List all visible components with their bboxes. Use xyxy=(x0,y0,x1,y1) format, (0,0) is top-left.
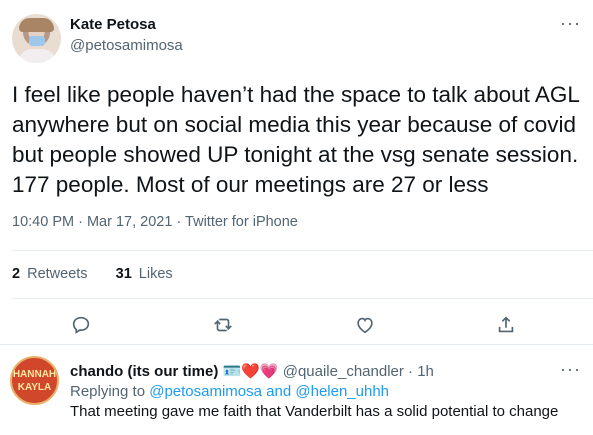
comment-icon xyxy=(72,316,90,334)
avatar-mask xyxy=(29,36,45,46)
retweet-icon xyxy=(214,318,232,332)
mention-and[interactable]: and xyxy=(266,383,291,400)
meta-separator: · xyxy=(74,214,87,230)
tweet-time[interactable]: 10:40 PM xyxy=(12,214,74,230)
meta-separator: · xyxy=(172,214,186,230)
author-handle[interactable]: @petosamimosa xyxy=(70,37,183,54)
action-bar xyxy=(0,306,593,340)
tweet-metadata: 10:40 PM · Mar 17, 2021 · Twitter for iP… xyxy=(12,214,298,230)
mention-link[interactable]: @helen_uhhh xyxy=(295,383,389,400)
main-tweet: Kate Petosa @petosamimosa ··· I feel lik… xyxy=(0,0,593,345)
divider xyxy=(0,344,593,345)
retweets-stat[interactable]: 2 Retweets xyxy=(12,266,88,282)
retweet-button[interactable] xyxy=(210,312,236,338)
meta-separator: · xyxy=(403,363,418,380)
tweet-source[interactable]: Twitter for iPhone xyxy=(185,214,298,230)
divider xyxy=(12,298,593,299)
reply-author-name[interactable]: chando (its our time) xyxy=(70,363,218,380)
avatar-shirt xyxy=(18,49,56,63)
replying-to: Replying to @petosamimosa and @helen_uhh… xyxy=(70,383,389,400)
retweets-count: 2 xyxy=(12,266,21,282)
reply-button[interactable] xyxy=(68,312,94,338)
mention-link[interactable]: @petosamimosa xyxy=(149,383,262,400)
avatar-hat xyxy=(19,18,54,32)
reply-more-options-icon[interactable]: ··· xyxy=(560,359,581,380)
tweet-text: I feel like people haven’t had the space… xyxy=(12,82,580,197)
replying-prefix: Replying to xyxy=(70,383,146,400)
retweets-label: Retweets xyxy=(27,266,88,282)
divider xyxy=(12,250,593,251)
author-name[interactable]: Kate Petosa xyxy=(70,16,156,33)
like-button[interactable] xyxy=(352,312,378,338)
reply-author-emoji: 🪪❤️💗 xyxy=(222,363,279,380)
reply-text: That meeting gave me faith that Vanderbi… xyxy=(70,403,559,420)
like-icon xyxy=(357,317,373,334)
reply-age[interactable]: 1h xyxy=(417,363,434,380)
reply-author-avatar[interactable]: HANNAH KAYLA xyxy=(10,356,59,405)
reply-author-handle[interactable]: @quaile_chandler xyxy=(283,363,404,380)
reply-author-line: chando (its our time) 🪪❤️💗 @quaile_chand… xyxy=(70,362,434,380)
engagement-stats: 2 Retweets 31 Likes xyxy=(12,266,173,282)
likes-count: 31 xyxy=(115,266,132,282)
reply-tweet[interactable]: HANNAH KAYLA chando (its our time) 🪪❤️💗 … xyxy=(0,348,593,435)
likes-label: Likes xyxy=(138,266,173,282)
tweet-date[interactable]: Mar 17, 2021 xyxy=(87,214,172,230)
likes-stat[interactable]: 31 Likes xyxy=(116,266,173,282)
more-options-icon[interactable]: ··· xyxy=(560,13,581,34)
author-avatar[interactable] xyxy=(12,14,61,63)
share-icon xyxy=(498,316,514,333)
share-button[interactable] xyxy=(493,312,519,338)
